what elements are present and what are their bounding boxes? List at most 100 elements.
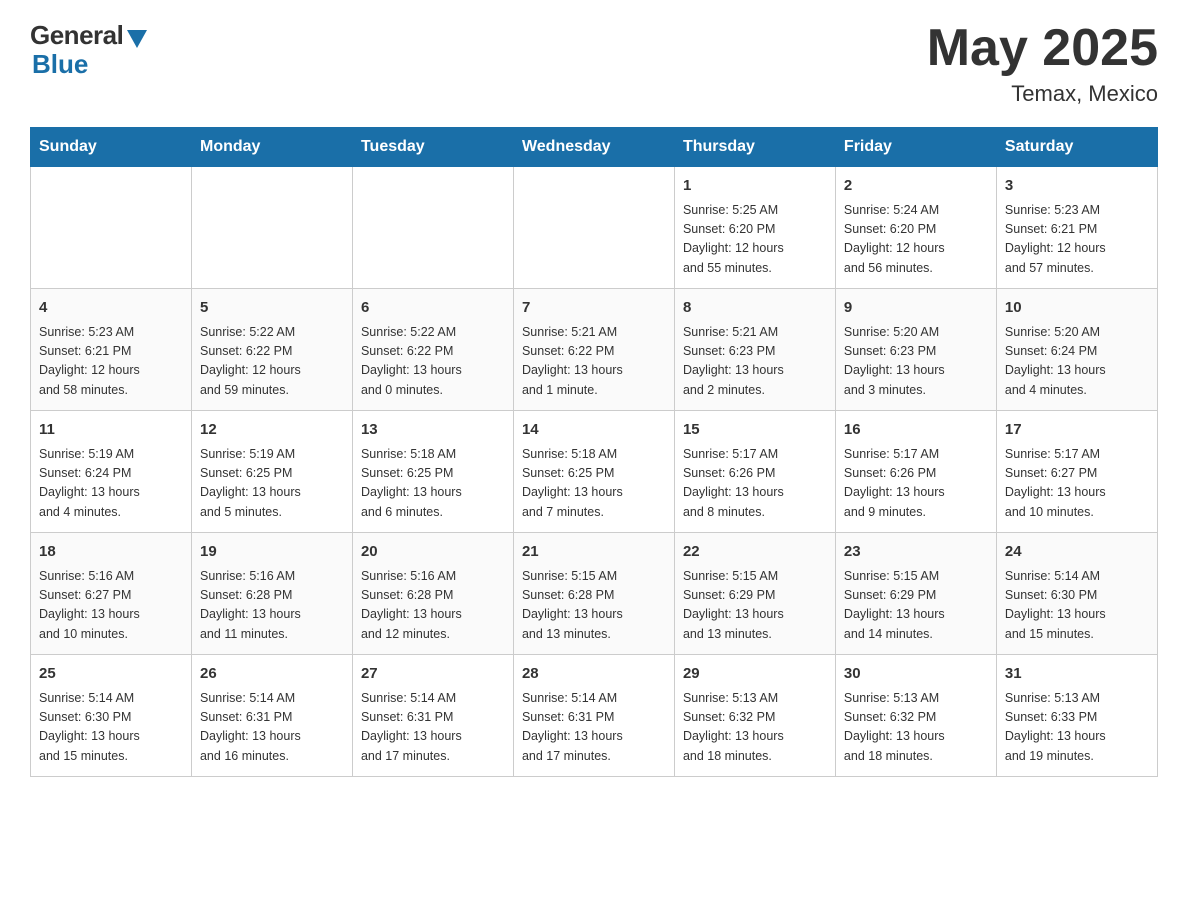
day-number: 7 bbox=[522, 297, 666, 320]
day-number: 27 bbox=[361, 663, 505, 686]
calendar-cell: 14 Sunrise: 5:18 AM Sunset: 6:25 PM Dayli… bbox=[513, 411, 674, 533]
day-info: Sunrise: 5:24 AM Sunset: 6:20 PM Dayligh… bbox=[844, 201, 988, 279]
day-number: 29 bbox=[683, 663, 827, 686]
day-info: Sunrise: 5:23 AM Sunset: 6:21 PM Dayligh… bbox=[1005, 201, 1149, 279]
calendar-cell: 20 Sunrise: 5:16 AM Sunset: 6:28 PM Dayli… bbox=[352, 533, 513, 655]
day-number: 21 bbox=[522, 541, 666, 564]
title-section: May 2025 Temax, Mexico bbox=[927, 20, 1158, 107]
calendar-cell: 25 Sunrise: 5:14 AM Sunset: 6:30 PM Dayli… bbox=[31, 655, 192, 777]
day-info: Sunrise: 5:19 AM Sunset: 6:24 PM Dayligh… bbox=[39, 445, 183, 523]
day-number: 16 bbox=[844, 419, 988, 442]
calendar-week-row-4: 18Sunrise: 5:16 AM Sunset: 6:27 PM Dayli… bbox=[31, 533, 1158, 655]
day-number: 3 bbox=[1005, 175, 1149, 198]
day-info: Sunrise: 5:21 AM Sunset: 6:22 PM Dayligh… bbox=[522, 323, 666, 401]
calendar-cell: 3 Sunrise: 5:23 AM Sunset: 6:21 PM Daylig… bbox=[996, 167, 1157, 289]
calendar-cell: 31Sunrise: 5:13 AM Sunset: 6:33 PM Dayli… bbox=[996, 655, 1157, 777]
calendar-cell: 21 Sunrise: 5:15 AM Sunset: 6:28 PM Dayli… bbox=[513, 533, 674, 655]
calendar-cell: 1Sunrise: 5:25 AM Sunset: 6:20 PM Daylig… bbox=[674, 167, 835, 289]
col-thursday: Thursday bbox=[674, 128, 835, 167]
day-info: Sunrise: 5:17 AM Sunset: 6:26 PM Dayligh… bbox=[844, 445, 988, 523]
logo-blue-text: Blue bbox=[30, 49, 88, 80]
day-info: Sunrise: 5:23 AM Sunset: 6:21 PM Dayligh… bbox=[39, 323, 183, 401]
day-number: 9 bbox=[844, 297, 988, 320]
day-info: Sunrise: 5:13 AM Sunset: 6:33 PM Dayligh… bbox=[1005, 689, 1149, 767]
calendar-cell: 19Sunrise: 5:16 AM Sunset: 6:28 PM Dayli… bbox=[191, 533, 352, 655]
calendar-cell: 15 Sunrise: 5:17 AM Sunset: 6:26 PM Dayli… bbox=[674, 411, 835, 533]
day-info: Sunrise: 5:15 AM Sunset: 6:29 PM Dayligh… bbox=[844, 567, 988, 645]
calendar-cell bbox=[191, 167, 352, 289]
day-info: Sunrise: 5:18 AM Sunset: 6:25 PM Dayligh… bbox=[361, 445, 505, 523]
calendar-cell: 23 Sunrise: 5:15 AM Sunset: 6:29 PM Dayli… bbox=[835, 533, 996, 655]
day-number: 24 bbox=[1005, 541, 1149, 564]
calendar-cell bbox=[352, 167, 513, 289]
day-number: 5 bbox=[200, 297, 344, 320]
day-info: Sunrise: 5:20 AM Sunset: 6:23 PM Dayligh… bbox=[844, 323, 988, 401]
day-number: 17 bbox=[1005, 419, 1149, 442]
day-info: Sunrise: 5:18 AM Sunset: 6:25 PM Dayligh… bbox=[522, 445, 666, 523]
day-info: Sunrise: 5:22 AM Sunset: 6:22 PM Dayligh… bbox=[361, 323, 505, 401]
day-number: 30 bbox=[844, 663, 988, 686]
col-friday: Friday bbox=[835, 128, 996, 167]
col-saturday: Saturday bbox=[996, 128, 1157, 167]
day-info: Sunrise: 5:16 AM Sunset: 6:27 PM Dayligh… bbox=[39, 567, 183, 645]
calendar-cell: 7 Sunrise: 5:21 AM Sunset: 6:22 PM Daylig… bbox=[513, 289, 674, 411]
day-number: 6 bbox=[361, 297, 505, 320]
calendar-cell: 10 Sunrise: 5:20 AM Sunset: 6:24 PM Dayli… bbox=[996, 289, 1157, 411]
day-info: Sunrise: 5:21 AM Sunset: 6:23 PM Dayligh… bbox=[683, 323, 827, 401]
calendar-cell: 2Sunrise: 5:24 AM Sunset: 6:20 PM Daylig… bbox=[835, 167, 996, 289]
day-info: Sunrise: 5:17 AM Sunset: 6:27 PM Dayligh… bbox=[1005, 445, 1149, 523]
day-info: Sunrise: 5:17 AM Sunset: 6:26 PM Dayligh… bbox=[683, 445, 827, 523]
month-year-title: May 2025 bbox=[927, 20, 1158, 77]
day-info: Sunrise: 5:14 AM Sunset: 6:31 PM Dayligh… bbox=[200, 689, 344, 767]
day-info: Sunrise: 5:15 AM Sunset: 6:29 PM Dayligh… bbox=[683, 567, 827, 645]
day-info: Sunrise: 5:19 AM Sunset: 6:25 PM Dayligh… bbox=[200, 445, 344, 523]
calendar-cell: 18Sunrise: 5:16 AM Sunset: 6:27 PM Dayli… bbox=[31, 533, 192, 655]
calendar-cell: 11 Sunrise: 5:19 AM Sunset: 6:24 PM Dayli… bbox=[31, 411, 192, 533]
calendar-week-row-2: 4 Sunrise: 5:23 AM Sunset: 6:21 PM Daylig… bbox=[31, 289, 1158, 411]
day-number: 26 bbox=[200, 663, 344, 686]
day-number: 11 bbox=[39, 419, 183, 442]
calendar-cell: 9 Sunrise: 5:20 AM Sunset: 6:23 PM Daylig… bbox=[835, 289, 996, 411]
day-number: 14 bbox=[522, 419, 666, 442]
day-info: Sunrise: 5:15 AM Sunset: 6:28 PM Dayligh… bbox=[522, 567, 666, 645]
day-number: 20 bbox=[361, 541, 505, 564]
day-number: 4 bbox=[39, 297, 183, 320]
day-number: 15 bbox=[683, 419, 827, 442]
calendar-cell: 27 Sunrise: 5:14 AM Sunset: 6:31 PM Dayli… bbox=[352, 655, 513, 777]
col-tuesday: Tuesday bbox=[352, 128, 513, 167]
day-number: 25 bbox=[39, 663, 183, 686]
day-info: Sunrise: 5:20 AM Sunset: 6:24 PM Dayligh… bbox=[1005, 323, 1149, 401]
day-info: Sunrise: 5:22 AM Sunset: 6:22 PM Dayligh… bbox=[200, 323, 344, 401]
col-sunday: Sunday bbox=[31, 128, 192, 167]
calendar-cell bbox=[513, 167, 674, 289]
logo: General Blue bbox=[30, 20, 147, 80]
calendar-cell: 6 Sunrise: 5:22 AM Sunset: 6:22 PM Daylig… bbox=[352, 289, 513, 411]
calendar-cell: 29 Sunrise: 5:13 AM Sunset: 6:32 PM Dayli… bbox=[674, 655, 835, 777]
day-number: 1 bbox=[683, 175, 827, 198]
day-number: 10 bbox=[1005, 297, 1149, 320]
day-number: 23 bbox=[844, 541, 988, 564]
calendar-cell: 13 Sunrise: 5:18 AM Sunset: 6:25 PM Dayli… bbox=[352, 411, 513, 533]
day-info: Sunrise: 5:13 AM Sunset: 6:32 PM Dayligh… bbox=[844, 689, 988, 767]
calendar-week-row-1: 1Sunrise: 5:25 AM Sunset: 6:20 PM Daylig… bbox=[31, 167, 1158, 289]
day-number: 22 bbox=[683, 541, 827, 564]
day-info: Sunrise: 5:14 AM Sunset: 6:30 PM Dayligh… bbox=[39, 689, 183, 767]
page-header: General Blue May 2025 Temax, Mexico bbox=[30, 20, 1158, 107]
calendar-cell: 12 Sunrise: 5:19 AM Sunset: 6:25 PM Dayli… bbox=[191, 411, 352, 533]
calendar-week-row-5: 25 Sunrise: 5:14 AM Sunset: 6:30 PM Dayli… bbox=[31, 655, 1158, 777]
day-number: 13 bbox=[361, 419, 505, 442]
calendar-cell: 30 Sunrise: 5:13 AM Sunset: 6:32 PM Dayli… bbox=[835, 655, 996, 777]
calendar-cell: 16 Sunrise: 5:17 AM Sunset: 6:26 PM Dayli… bbox=[835, 411, 996, 533]
calendar-cell bbox=[31, 167, 192, 289]
calendar-cell: 24Sunrise: 5:14 AM Sunset: 6:30 PM Dayli… bbox=[996, 533, 1157, 655]
day-info: Sunrise: 5:14 AM Sunset: 6:31 PM Dayligh… bbox=[361, 689, 505, 767]
col-wednesday: Wednesday bbox=[513, 128, 674, 167]
day-info: Sunrise: 5:13 AM Sunset: 6:32 PM Dayligh… bbox=[683, 689, 827, 767]
calendar-cell: 8Sunrise: 5:21 AM Sunset: 6:23 PM Daylig… bbox=[674, 289, 835, 411]
calendar-cell: 28Sunrise: 5:14 AM Sunset: 6:31 PM Dayli… bbox=[513, 655, 674, 777]
calendar-cell: 5 Sunrise: 5:22 AM Sunset: 6:22 PM Daylig… bbox=[191, 289, 352, 411]
day-number: 12 bbox=[200, 419, 344, 442]
day-info: Sunrise: 5:16 AM Sunset: 6:28 PM Dayligh… bbox=[361, 567, 505, 645]
day-info: Sunrise: 5:14 AM Sunset: 6:31 PM Dayligh… bbox=[522, 689, 666, 767]
col-monday: Monday bbox=[191, 128, 352, 167]
